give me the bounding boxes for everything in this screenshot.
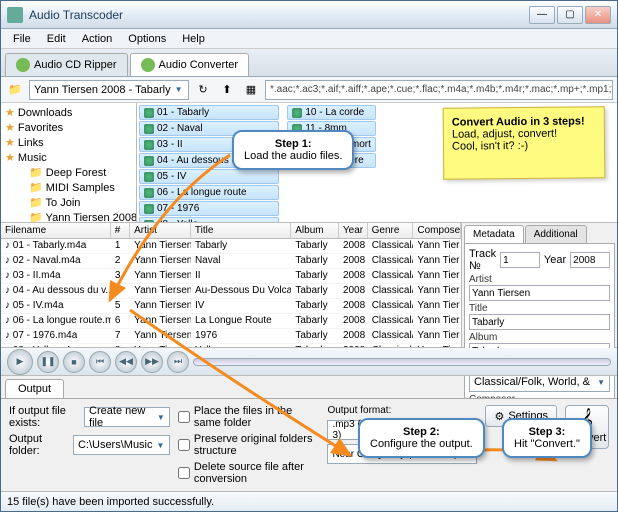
- grid-header[interactable]: Title: [191, 223, 291, 238]
- tree-item[interactable]: 📁 To Join: [3, 195, 134, 210]
- menu-edit[interactable]: Edit: [39, 31, 74, 47]
- file-item[interactable]: 01 - Tabarly: [139, 105, 279, 120]
- app-icon: [7, 7, 23, 23]
- year-input[interactable]: [570, 252, 610, 268]
- year-label: Year: [544, 254, 566, 266]
- gear-icon: ⚙: [494, 410, 504, 423]
- rewind-button[interactable]: ◀◀: [115, 351, 137, 373]
- tree-item[interactable]: 📁 Yann Tiersen 2008 - Tabarly: [3, 210, 134, 222]
- folder-open-icon[interactable]: 📁: [5, 80, 25, 100]
- track-grid[interactable]: Filename#ArtistTitleAlbumYearGenreCompos…: [1, 223, 461, 347]
- menubar: File Edit Action Options Help: [1, 29, 617, 49]
- callout-step3: Step 3:Hit "Convert.": [502, 418, 592, 458]
- exists-combo[interactable]: Create new file▼: [84, 407, 170, 427]
- tree-item[interactable]: ★ Downloads: [3, 105, 134, 120]
- exists-label: If output file exists:: [9, 405, 78, 429]
- table-row[interactable]: ♪ 04 - Au dessous du v...4Yann TiersenAu…: [1, 284, 461, 299]
- metadata-panel: Metadata Additional Track № Year Artist …: [461, 223, 617, 347]
- tab-additional[interactable]: Additional: [525, 225, 587, 243]
- grid-header[interactable]: Album: [291, 223, 339, 238]
- menu-file[interactable]: File: [5, 31, 39, 47]
- forward-button[interactable]: ▶▶: [141, 351, 163, 373]
- grid-header[interactable]: Genre: [368, 223, 414, 238]
- refresh-icon[interactable]: ↻: [193, 80, 213, 100]
- file-item[interactable]: 06 - La longue route: [139, 185, 279, 200]
- table-row[interactable]: ♪ 05 - IV.m4a5Yann TiersenIVTabarly2008C…: [1, 299, 461, 314]
- stop-button[interactable]: ■: [63, 351, 85, 373]
- artist-input[interactable]: [469, 285, 610, 301]
- cd-icon: [16, 58, 30, 72]
- close-button[interactable]: ✕: [585, 6, 611, 24]
- callout-step1: Step 1:Load the audio files.: [232, 130, 354, 170]
- tree-item[interactable]: 📁 MIDI Samples: [3, 180, 134, 195]
- maximize-button[interactable]: ▢: [557, 6, 583, 24]
- file-item[interactable]: 07 - 1976: [139, 201, 279, 216]
- play-button[interactable]: ▶: [7, 349, 33, 375]
- file-item[interactable]: 08 - Yello: [139, 217, 279, 222]
- menu-options[interactable]: Options: [120, 31, 174, 47]
- grid-header[interactable]: Artist: [130, 223, 191, 238]
- sticky-note: Convert Audio in 3 steps! Load, adjust, …: [443, 106, 606, 179]
- menu-help[interactable]: Help: [174, 31, 213, 47]
- table-row[interactable]: ♪ 07 - 1976.m4a7Yann Tiersen1976Tabarly2…: [1, 329, 461, 344]
- trackno-input[interactable]: [500, 252, 540, 268]
- path-toolbar: 📁 Yann Tiersen 2008 - Tabarly▼ ↻ ⬆ ▦ *.a…: [1, 77, 617, 103]
- callout-step2: Step 2:Configure the output.: [358, 418, 485, 458]
- main-tabbar: Audio CD Ripper Audio Converter: [1, 49, 617, 77]
- tab-audio-converter[interactable]: Audio Converter: [130, 53, 250, 76]
- tab-metadata[interactable]: Metadata: [464, 225, 524, 243]
- format-label: Output format:: [327, 405, 477, 416]
- minimize-button[interactable]: —: [529, 6, 555, 24]
- tree-item[interactable]: 📁 Deep Forest: [3, 165, 134, 180]
- grid-header[interactable]: Composer: [413, 223, 461, 238]
- titlebar: Audio Transcoder — ▢ ✕: [1, 1, 617, 29]
- outfolder-combo[interactable]: C:\Users\Music▼: [73, 435, 170, 455]
- tab-output[interactable]: Output: [5, 379, 64, 398]
- table-row[interactable]: ♪ 02 - Naval.m4a2Yann TiersenNavalTabarl…: [1, 254, 461, 269]
- grid-header[interactable]: #: [111, 223, 130, 238]
- window-title: Audio Transcoder: [29, 8, 529, 22]
- up-folder-icon[interactable]: ⬆: [217, 80, 237, 100]
- album-label: Album: [469, 332, 610, 343]
- trackno-label: Track №: [469, 248, 496, 272]
- next-button[interactable]: ⏭: [167, 351, 189, 373]
- pause-button[interactable]: ❚❚: [37, 351, 59, 373]
- tree-item[interactable]: ★ Links: [3, 135, 134, 150]
- title-label: Title: [469, 303, 610, 314]
- view-icon[interactable]: ▦: [241, 80, 261, 100]
- table-row[interactable]: ♪ 06 - La longue route.m4a6Yann TiersenL…: [1, 314, 461, 329]
- folder-tree[interactable]: ★ Downloads★ Favorites★ Links★ Music📁 De…: [1, 103, 137, 222]
- outfolder-label: Output folder:: [9, 433, 67, 457]
- status-bar: 15 file(s) have been imported successful…: [1, 491, 617, 511]
- seek-slider[interactable]: [193, 358, 611, 366]
- player-bar: ▶ ❚❚ ■ ⏮ ◀◀ ▶▶ ⏭: [1, 348, 617, 376]
- grid-header[interactable]: Year: [339, 223, 368, 238]
- table-row[interactable]: ♪ 03 - II.m4a3Yann TiersenIITabarly2008C…: [1, 269, 461, 284]
- table-row[interactable]: ♪ 01 - Tabarly.m4a1Yann TiersenTabarlyTa…: [1, 239, 461, 254]
- grid-header[interactable]: Filename: [1, 223, 111, 238]
- path-combo[interactable]: Yann Tiersen 2008 - Tabarly▼: [29, 80, 189, 100]
- prev-button[interactable]: ⏮: [89, 351, 111, 373]
- chk-same-folder[interactable]: [178, 411, 190, 423]
- converter-icon: [141, 58, 155, 72]
- filter-input[interactable]: *.aac;*.ac3;*.aif;*.aiff;*.ape;*.cue;*.f…: [265, 80, 613, 100]
- tree-item[interactable]: ★ Music: [3, 150, 134, 165]
- file-item[interactable]: 05 - IV: [139, 169, 279, 184]
- table-row[interactable]: ♪ 08 - Yello.m4a8Yann TiersenYellowTabar…: [1, 344, 461, 347]
- chk-preserve-structure[interactable]: [178, 439, 190, 451]
- artist-label: Artist: [469, 274, 610, 285]
- title-input[interactable]: [469, 314, 610, 330]
- file-item[interactable]: 10 - La corde: [287, 105, 376, 120]
- tree-item[interactable]: ★ Favorites: [3, 120, 134, 135]
- menu-action[interactable]: Action: [74, 31, 121, 47]
- tab-cd-ripper[interactable]: Audio CD Ripper: [5, 53, 128, 76]
- chk-delete-source[interactable]: [178, 467, 190, 479]
